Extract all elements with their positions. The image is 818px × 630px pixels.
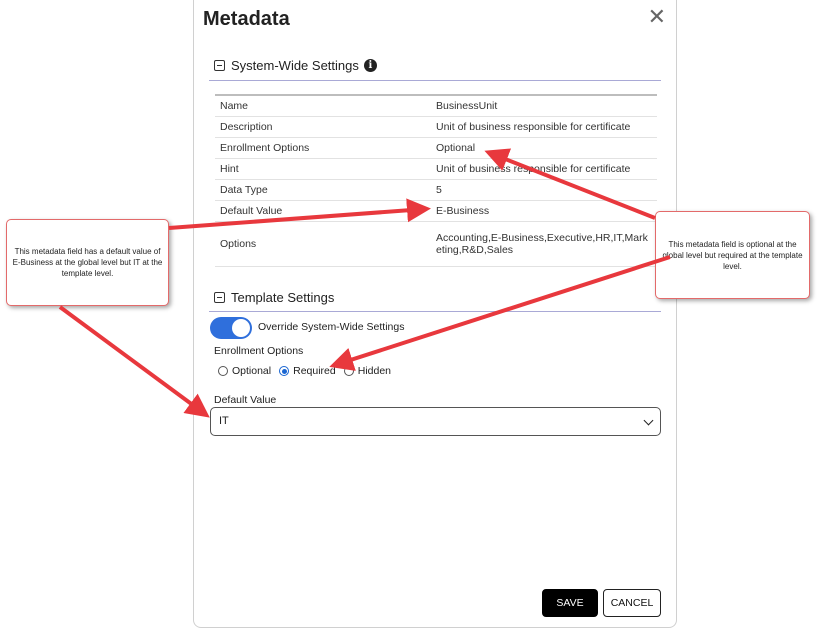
radio-button[interactable] [279, 366, 290, 376]
callout-right: This metadata field is optional at the g… [655, 211, 810, 299]
row-value: 5 [431, 179, 657, 201]
row-label: Hint [215, 158, 431, 180]
row-value: Accounting,E-Business,Executive,HR,IT,Ma… [431, 221, 657, 267]
cancel-button[interactable]: CANCEL [603, 589, 661, 617]
table-row: Description Unit of business responsible… [215, 116, 657, 138]
enrollment-options-label: Enrollment Options [214, 345, 304, 357]
override-toggle-label: Override System-Wide Settings [258, 321, 405, 333]
row-value: Optional [431, 137, 657, 159]
table-row: Options Accounting,E-Business,Executive,… [215, 221, 657, 267]
radio-button[interactable] [343, 366, 354, 376]
row-label: Default Value [215, 200, 431, 222]
section-divider [209, 311, 661, 312]
table-row: Data Type 5 [215, 179, 657, 201]
callout-left: This metadata field has a default value … [6, 219, 169, 306]
save-button[interactable]: SAVE [542, 589, 598, 617]
row-label: Enrollment Options [215, 137, 431, 159]
radio-label: Optional [232, 365, 272, 377]
radio-optional[interactable]: Optional [218, 365, 271, 377]
default-value-label: Default Value [214, 394, 277, 406]
info-icon[interactable]: i [363, 59, 377, 72]
row-label: Description [215, 116, 431, 138]
chevron-down-icon [643, 415, 654, 426]
close-icon[interactable]: ✕ [648, 6, 666, 28]
row-label: Options [215, 221, 431, 267]
row-value: BusinessUnit [431, 95, 657, 117]
row-value: Unit of business responsible for certifi… [431, 158, 657, 180]
template-section-title: Template Settings [231, 290, 335, 305]
row-value: Unit of business responsible for certifi… [431, 116, 657, 138]
table-row: Default Value E-Business [215, 200, 657, 222]
section-divider [209, 80, 661, 81]
dialog-title: Metadata [203, 8, 290, 30]
collapse-icon[interactable] [214, 292, 225, 303]
metadata-dialog: Metadata ✕ System-Wide Settings i Name B… [193, 0, 677, 628]
row-label: Name [215, 95, 431, 117]
collapse-icon[interactable] [214, 60, 225, 71]
override-toggle[interactable] [210, 317, 252, 339]
table-row: Name BusinessUnit [215, 95, 657, 117]
default-value-select[interactable]: IT [210, 407, 661, 436]
enrollment-radio-group: Optional Required Hidden [218, 365, 399, 377]
system-section-header[interactable]: System-Wide Settings i [214, 58, 377, 73]
radio-label: Hidden [357, 365, 392, 377]
radio-hidden[interactable]: Hidden [343, 365, 392, 377]
radio-label: Required [293, 365, 336, 377]
select-value: IT [219, 415, 229, 427]
system-section-title: System-Wide Settings [231, 58, 359, 73]
radio-required[interactable]: Required [279, 365, 336, 377]
system-settings-table: Name BusinessUnit Description Unit of bu… [215, 94, 657, 267]
arrow-to-template-select [58, 305, 210, 418]
row-value: E-Business [431, 200, 657, 222]
radio-button[interactable] [218, 366, 228, 376]
row-label: Data Type [215, 179, 431, 201]
template-section-header[interactable]: Template Settings [214, 290, 334, 305]
table-row: Enrollment Options Optional [215, 137, 657, 159]
table-row: Hint Unit of business responsible for ce… [215, 158, 657, 180]
